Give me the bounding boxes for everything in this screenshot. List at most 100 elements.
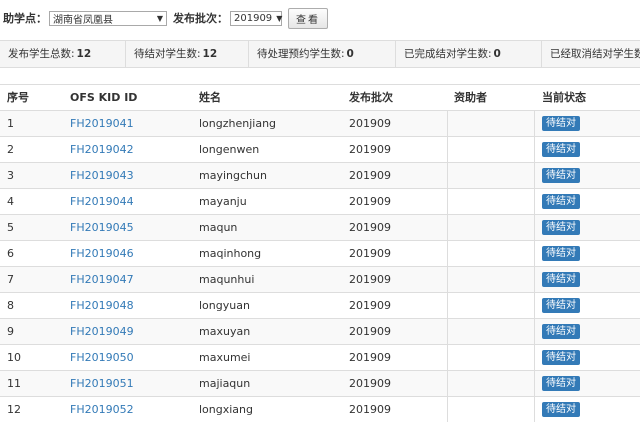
row-batch: 201909 xyxy=(349,325,391,338)
dropdown-arrow-icon: ▼ xyxy=(276,13,283,23)
kid-link[interactable]: FH2019051 xyxy=(63,371,192,396)
row-batch: 201909 xyxy=(349,143,391,156)
stat-done: 已完成结对学生数: 0 xyxy=(396,41,542,67)
status-badge[interactable]: 待结对 xyxy=(542,401,580,417)
row-sponsor xyxy=(447,397,535,422)
kid-link[interactable]: FH2019052 xyxy=(63,397,192,422)
student-name: mayanju xyxy=(199,195,247,208)
row-status: 待结对 xyxy=(535,189,640,214)
student-name: longzhenjiang xyxy=(199,117,277,130)
student-name: mayingchun xyxy=(199,169,267,182)
row-index: 6 xyxy=(7,247,14,260)
header-sponsor: 资助者 xyxy=(454,91,487,104)
row-index: 7 xyxy=(7,273,14,286)
row-batch: 201909 xyxy=(349,273,391,286)
kid-link[interactable]: FH2019047 xyxy=(63,267,192,292)
county-select-value: 湖南省凤凰县 xyxy=(53,14,113,26)
view-button[interactable]: 查看 xyxy=(288,7,328,29)
status-badge[interactable]: 待结对 xyxy=(542,323,580,339)
row-status: 待结对 xyxy=(535,293,640,318)
row-sponsor xyxy=(447,111,535,136)
row-index: 3 xyxy=(7,169,14,182)
table-row: 8 FH2019048 longyuan 201909 待结对 xyxy=(0,292,640,318)
kid-link[interactable]: FH2019044 xyxy=(63,189,192,214)
row-status: 待结对 xyxy=(535,241,640,266)
row-index: 1 xyxy=(7,117,14,130)
header-name: 姓名 xyxy=(199,91,221,104)
row-batch: 201909 xyxy=(349,195,391,208)
table-row: 7 FH2019047 maqunhui 201909 待结对 xyxy=(0,266,640,292)
row-status: 待结对 xyxy=(535,371,640,396)
row-index: 11 xyxy=(7,377,21,390)
row-index: 5 xyxy=(7,221,14,234)
student-name: longyuan xyxy=(199,299,250,312)
status-badge[interactable]: 待结对 xyxy=(542,141,580,157)
row-sponsor xyxy=(447,371,535,396)
stat-total-value: 12 xyxy=(76,48,92,60)
kid-link[interactable]: FH2019049 xyxy=(63,319,192,344)
batch-select[interactable]: 201909 ▼ xyxy=(230,10,283,26)
filter-bar: 助学点： 湖南省凤凰县 ▼ 发布批次： 201909 ▼ 查看 xyxy=(0,0,640,36)
row-batch: 201909 xyxy=(349,117,391,130)
row-status: 待结对 xyxy=(535,319,640,344)
row-status: 待结对 xyxy=(535,215,640,240)
table-row: 11 FH2019051 majiaqun 201909 待结对 xyxy=(0,370,640,396)
header-batch: 发布批次 xyxy=(349,91,393,104)
status-badge[interactable]: 待结对 xyxy=(542,167,580,183)
row-sponsor xyxy=(447,163,535,188)
stat-cancel-label: 已经取消结对学生数 xyxy=(550,48,640,60)
kid-link[interactable]: FH2019046 xyxy=(63,241,192,266)
status-badge[interactable]: 待结对 xyxy=(542,219,580,235)
row-index: 10 xyxy=(7,351,21,364)
county-label: 助学点： xyxy=(3,12,47,25)
student-name: maxumei xyxy=(199,351,251,364)
status-badge[interactable]: 待结对 xyxy=(542,193,580,209)
student-name: longenwen xyxy=(199,143,260,156)
student-table: 序号 OFS KID ID 姓名 发布批次 资助者 当前状态 1 FH201904… xyxy=(0,84,640,422)
kid-link[interactable]: FH2019043 xyxy=(63,163,192,188)
stats-bar: 发布学生总数: 12 待结对学生数: 12 待处理预约学生数: 0 已完成结对学生数:… xyxy=(0,40,640,68)
stat-total: 发布学生总数: 12 xyxy=(0,41,126,67)
status-badge[interactable]: 待结对 xyxy=(542,271,580,287)
row-batch: 201909 xyxy=(349,247,391,260)
row-batch: 201909 xyxy=(349,351,391,364)
stat-waiting-value: 12 xyxy=(202,48,218,60)
row-sponsor xyxy=(447,189,535,214)
kid-link[interactable]: FH2019042 xyxy=(63,137,192,162)
kid-link[interactable]: FH2019048 xyxy=(63,293,192,318)
header-kid: OFS KID ID xyxy=(70,91,138,104)
table-row: 4 FH2019044 mayanju 201909 待结对 xyxy=(0,188,640,214)
status-badge[interactable]: 待结对 xyxy=(542,375,580,391)
row-batch: 201909 xyxy=(349,299,391,312)
stat-pending: 待处理预约学生数: 0 xyxy=(249,41,396,67)
county-select[interactable]: 湖南省凤凰县 ▼ xyxy=(49,10,167,26)
table-row: 10 FH2019050 maxumei 201909 待结对 xyxy=(0,344,640,370)
status-badge[interactable]: 待结对 xyxy=(542,115,580,131)
row-index: 9 xyxy=(7,325,14,338)
kid-link[interactable]: FH2019050 xyxy=(63,345,192,370)
row-status: 待结对 xyxy=(535,397,640,422)
table-row: 12 FH2019052 longxiang 201909 待结对 xyxy=(0,396,640,422)
table-row: 6 FH2019046 maqinhong 201909 待结对 xyxy=(0,240,640,266)
row-sponsor xyxy=(447,215,535,240)
table-row: 9 FH2019049 maxuyan 201909 待结对 xyxy=(0,318,640,344)
student-name: maqinhong xyxy=(199,247,262,260)
student-name: maqunhui xyxy=(199,273,255,286)
kid-link[interactable]: FH2019041 xyxy=(63,111,192,136)
table-row: 3 FH2019043 mayingchun 201909 待结对 xyxy=(0,162,640,188)
stat-done-value: 0 xyxy=(493,48,501,60)
table-header: 序号 OFS KID ID 姓名 发布批次 资助者 当前状态 xyxy=(0,84,640,110)
stat-waiting-label: 待结对学生数: xyxy=(134,48,201,60)
batch-select-value: 201909 xyxy=(234,12,273,24)
table-body: 1 FH2019041 longzhenjiang 201909 待结对 2 FH20190… xyxy=(0,110,640,422)
dropdown-arrow-icon: ▼ xyxy=(156,13,163,23)
row-status: 待结对 xyxy=(535,345,640,370)
kid-link[interactable]: FH2019045 xyxy=(63,215,192,240)
status-badge[interactable]: 待结对 xyxy=(542,349,580,365)
status-badge[interactable]: 待结对 xyxy=(542,245,580,261)
row-sponsor xyxy=(447,267,535,292)
row-index: 8 xyxy=(7,299,14,312)
status-badge[interactable]: 待结对 xyxy=(542,297,580,313)
header-index: 序号 xyxy=(7,91,29,104)
row-index: 2 xyxy=(7,143,14,156)
